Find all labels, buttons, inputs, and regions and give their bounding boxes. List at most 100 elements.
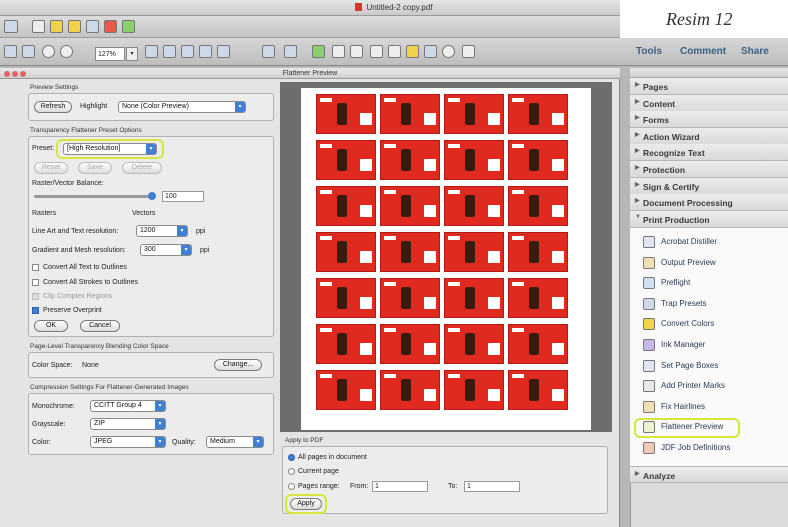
export-icon[interactable] <box>104 20 117 33</box>
preview-thumbnail <box>508 232 568 272</box>
preview-thumbnail <box>444 186 504 226</box>
preview-thumbnail <box>380 140 440 180</box>
binoculars-icon[interactable] <box>462 45 475 58</box>
tool-acrobat-distiller[interactable]: Acrobat Distiller <box>630 232 788 252</box>
delete-button[interactable]: Delete <box>122 162 162 174</box>
chevron-right-icon: ▶ <box>635 115 640 122</box>
tool-set-page-boxes[interactable]: Set Page Boxes <box>630 356 788 376</box>
tool-jdf-job-definitions[interactable]: JDF Job Definitions <box>630 438 788 458</box>
zoom-level-field[interactable]: 127% <box>95 47 125 61</box>
marquee-zoom-icon[interactable] <box>22 45 35 58</box>
page-layout-icon[interactable] <box>262 45 275 58</box>
tool-trap-presets[interactable]: Trap Presets <box>630 294 788 314</box>
section-recognize-text[interactable]: ▶ Recognize Text <box>630 144 788 162</box>
two-page-icon[interactable] <box>163 45 176 58</box>
section-sign-certify[interactable]: ▶ Sign & Certify <box>630 177 788 195</box>
change-button[interactable]: Change... <box>214 359 262 371</box>
preview-thumbnail <box>380 370 440 410</box>
preview-thumbnail <box>380 324 440 364</box>
preview-thumbnail <box>508 324 568 364</box>
section-document-processing[interactable]: ▶ Document Processing <box>630 194 788 212</box>
chevron-down-icon: ▾ <box>235 102 245 112</box>
zoom-dropdown-arrow[interactable]: ▾ <box>126 47 138 61</box>
full-screen-icon[interactable] <box>284 45 297 58</box>
tool-ink-manager[interactable]: Ink Manager <box>630 335 788 355</box>
print-icon[interactable] <box>217 45 230 58</box>
clip-complex-checkbox[interactable] <box>32 293 39 300</box>
zoom-tool-icon[interactable] <box>4 45 17 58</box>
back-icon[interactable] <box>332 45 345 58</box>
document-icon[interactable] <box>86 20 99 33</box>
gray-select[interactable]: ZIP ▾ <box>90 418 166 430</box>
from-field[interactable]: 1 <box>372 481 428 492</box>
convert-text-label: Convert All Text to Outlines <box>43 264 127 271</box>
balance-slider-track[interactable] <box>34 195 154 198</box>
fit-page-icon[interactable] <box>145 45 158 58</box>
snapshot-icon[interactable] <box>424 45 437 58</box>
quality-select[interactable]: Medium ▾ <box>206 436 264 448</box>
rotate-icon[interactable] <box>199 45 212 58</box>
chevron-down-icon: ▾ <box>155 401 165 411</box>
section-content[interactable]: ▶ Content <box>630 94 788 112</box>
sidebar-toggle-icon[interactable] <box>4 20 18 33</box>
section-analyze[interactable]: ▶ Analyze <box>630 466 788 483</box>
figure-caption: Resim 12 <box>620 0 788 40</box>
convert-strokes-checkbox[interactable] <box>32 279 39 286</box>
section-forms[interactable]: ▶ Forms <box>630 111 788 129</box>
annotation-icon[interactable] <box>68 20 81 33</box>
current-page-radio[interactable] <box>288 468 295 475</box>
preserve-overprint-checkbox[interactable] <box>32 307 39 314</box>
copy-icon[interactable] <box>388 45 401 58</box>
share-tab[interactable]: Share <box>741 46 769 57</box>
window-control-dots[interactable] <box>4 70 28 77</box>
tools-tab[interactable]: Tools <box>636 46 662 57</box>
chevron-right-icon: ▶ <box>635 148 640 155</box>
single-page-icon[interactable] <box>181 45 194 58</box>
forward-icon[interactable] <box>350 45 363 58</box>
tool-fix-hairlines[interactable]: Fix Hairlines <box>630 397 788 417</box>
pages-range-radio[interactable] <box>288 483 295 490</box>
chevron-down-icon: ▾ <box>181 245 191 255</box>
preview-thumbnail <box>316 278 376 318</box>
mono-select[interactable]: CCITT Group 4 ▾ <box>90 400 166 412</box>
paste-icon[interactable] <box>406 45 419 58</box>
all-pages-radio[interactable] <box>288 454 295 461</box>
balance-slider-knob[interactable] <box>148 192 156 200</box>
zoom-in-icon[interactable] <box>60 45 73 58</box>
chevron-down-icon: ▼ <box>635 213 641 220</box>
trap-presets-icon <box>643 297 655 310</box>
pdf-create-icon[interactable] <box>122 20 135 33</box>
tool-add-printer-marks[interactable]: Add Printer Marks <box>630 376 788 396</box>
preflight-icon[interactable] <box>312 45 325 58</box>
dialog-title: Flattener Preview <box>282 70 338 77</box>
to-field[interactable]: 1 <box>464 481 520 492</box>
gradient-select[interactable]: 300 ▾ <box>140 244 192 256</box>
jdf-job-definitions-icon <box>643 442 655 454</box>
cancel-button[interactable]: Cancel <box>80 320 120 332</box>
color-select[interactable]: JPEG ▾ <box>90 436 166 448</box>
section-protection[interactable]: ▶ Protection <box>630 161 788 178</box>
section-action-wizard[interactable]: ▶ Action Wizard <box>630 127 788 145</box>
convert-text-checkbox[interactable] <box>32 264 39 271</box>
tool-convert-colors[interactable]: Convert Colors <box>630 314 788 334</box>
comment-bubble-icon[interactable] <box>50 20 63 33</box>
comment-tab[interactable]: Comment <box>680 46 726 57</box>
tools-panel-header <box>630 68 788 78</box>
cut-icon[interactable] <box>370 45 383 58</box>
tool-preflight[interactable]: Preflight <box>630 273 788 293</box>
reset-button[interactable]: Reset <box>34 162 68 174</box>
line-art-select[interactable]: 1200 ▾ <box>136 225 188 237</box>
preview-thumbnail <box>380 232 440 272</box>
search-icon[interactable] <box>442 45 455 58</box>
section-print-production[interactable]: ▼ Print Production <box>630 210 788 228</box>
save-button[interactable]: Save <box>78 162 112 174</box>
ok-button[interactable]: OK <box>34 320 68 332</box>
refresh-button[interactable]: Refresh <box>34 101 72 113</box>
highlight-select[interactable]: None (Color Preview) ▾ <box>118 101 246 113</box>
balance-value-field[interactable]: 100 <box>162 191 204 202</box>
tool-output-preview[interactable]: Output Preview <box>630 253 788 273</box>
zoom-out-icon[interactable] <box>42 45 55 58</box>
preset-label: Preset: <box>32 145 55 152</box>
section-pages[interactable]: ▶ Pages <box>630 78 788 95</box>
settings-gear-icon[interactable] <box>32 20 45 33</box>
